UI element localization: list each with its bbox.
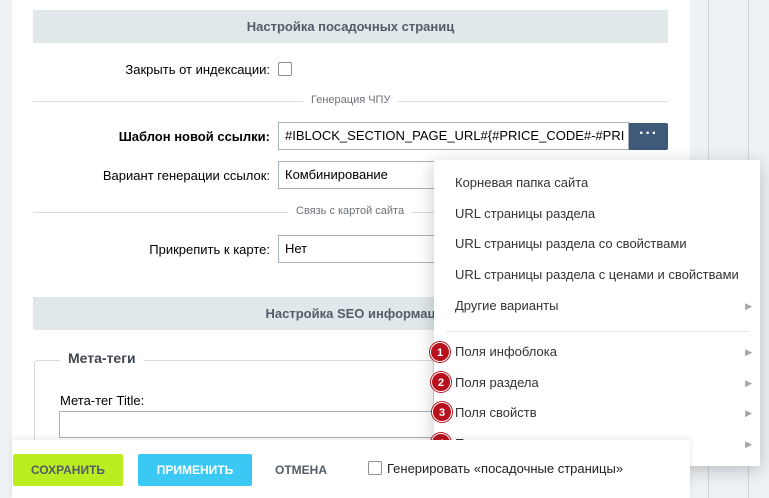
template-input[interactable]: #IBLOCK_SECTION_PAGE_URL#{#PRICE_CODE#-#… [278,122,629,150]
menu-item-label: Корневая папка сайта [455,175,589,190]
apply-button[interactable]: ПРИМЕНИТЬ [138,454,252,486]
close-index-label: Закрыть от индексации: [125,62,270,77]
menu-item-label: URL страницы раздела с ценами и свойства… [455,267,739,282]
menu-item-label: Поля свойств [455,405,537,420]
section-title-landing: Настройка посадочных страниц [33,10,668,43]
annotation-badge: 2 [431,372,451,392]
variant-label: Вариант генерации ссылок: [102,168,270,183]
menu-item-label: Другие варианты [455,298,559,313]
chevron-right-icon: ▶ [745,378,752,388]
menu-item-section-url-prices-props[interactable]: URL страницы раздела с ценами и свойства… [434,260,760,290]
chevron-right-icon: ▶ [745,439,752,449]
macro-menu: Корневая папка сайта URL страницы раздел… [434,160,760,466]
insert-macro-button[interactable]: ··· [629,123,668,150]
attach-label: Прикрепить к карте: [149,242,270,257]
meta-legend: Мета-теги [60,350,144,366]
menu-item-label: URL страницы раздела со свойствами [455,236,687,251]
menu-item-other-variants[interactable]: Другие варианты ▶ [434,291,760,321]
menu-item-root-folder[interactable]: Корневая папка сайта [434,168,760,198]
variant-select[interactable]: Комбинирование [278,161,438,189]
save-button[interactable]: СОХРАНИТЬ [13,454,123,486]
generate-checkbox[interactable] [368,461,382,475]
chevron-right-icon: ▶ [745,408,752,418]
left-gutter [0,0,12,498]
menu-item-label: URL страницы раздела [455,206,596,221]
attach-select[interactable]: Нет [278,235,438,263]
template-label: Шаблон новой ссылки: [118,129,270,144]
annotation-badge: 3 [432,402,452,422]
menu-item-label: Поля раздела [455,375,539,390]
menu-item-section-url[interactable]: URL страницы раздела [434,199,760,229]
generate-label: Генерировать «посадочные страницы» [387,461,624,476]
menu-item-label: Поля инфоблока [455,344,557,359]
meta-title-label: Мета-тег Title: [60,393,145,408]
annotation-badge: 1 [430,342,450,362]
cancel-button[interactable]: ОТМЕНА [262,454,340,486]
menu-item-section-url-props[interactable]: URL страницы раздела со свойствами [434,229,760,259]
sef-caption: Генерация ЧПУ [303,94,399,106]
meta-title-input[interactable] [59,411,439,438]
menu-item-iblock-fields[interactable]: Поля инфоблока ▶ [434,337,760,367]
chevron-right-icon: ▶ [745,301,752,311]
menu-separator [446,331,748,332]
close-index-checkbox[interactable] [278,62,292,76]
chevron-right-icon: ▶ [745,347,752,357]
menu-item-property-fields[interactable]: Поля свойств ▶ [434,398,760,428]
sitemap-caption: Связь с картой сайта [288,205,413,217]
action-bar: СОХРАНИТЬ ПРИМЕНИТЬ ОТМЕНА Генерировать … [12,440,690,498]
menu-item-section-fields[interactable]: Поля раздела ▶ [434,368,760,398]
